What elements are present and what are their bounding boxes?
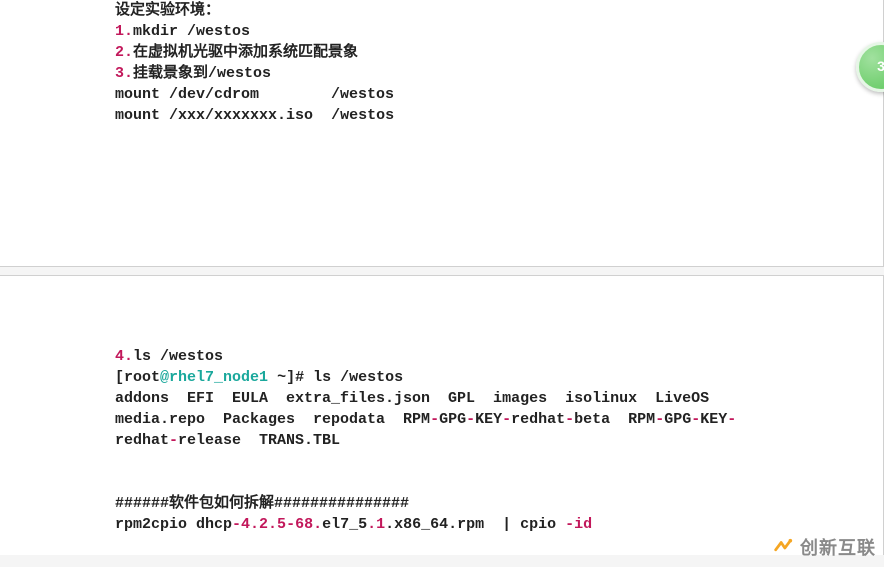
step-number: 3. (115, 65, 133, 82)
tag: el7_5 (322, 516, 367, 533)
blank-line (115, 451, 883, 472)
watermark: 创新互联 (772, 536, 876, 561)
header-text: 软件包如何拆解 (169, 495, 274, 512)
step-text: ls /westos (133, 348, 223, 365)
hashes: ############### (274, 495, 409, 512)
version: 4.2.5 (241, 516, 286, 533)
dash-icon: - (286, 516, 295, 533)
prompt-open: [root (115, 369, 160, 386)
version: 68. (295, 516, 322, 533)
pad (259, 86, 331, 103)
txt: redhat (115, 432, 169, 449)
dash-icon: - (169, 432, 178, 449)
section-header: ######软件包如何拆解############### (115, 493, 883, 514)
dash-icon: - (655, 411, 664, 428)
watermark-logo-icon (772, 537, 794, 559)
dash-icon: - (502, 411, 511, 428)
dash-icon: - (466, 411, 475, 428)
mount-line-1: mount /dev/cdrom /westos (115, 84, 883, 105)
dash-icon: - (727, 411, 736, 428)
cmd: mount (115, 107, 169, 124)
prompt-tail: ~]# ls /westos (268, 369, 403, 386)
dash-icon: - (565, 411, 574, 428)
cpio-line: rpm2cpio dhcp-4.2.5-68.el7_5.1.x86_64.rp… (115, 514, 883, 535)
txt: beta RPM (574, 411, 655, 428)
version: .1 (367, 516, 385, 533)
step-4: 4.ls /westos (115, 346, 883, 367)
step-1: 1.mkdir /westos (115, 21, 883, 42)
ls-output-2: media.repo Packages repodata RPM-GPG-KEY… (115, 409, 883, 430)
txt: media.repo Packages repodata RPM (115, 411, 430, 428)
text-line: 设定实验环境： (115, 0, 883, 21)
hashes: ###### (115, 495, 169, 512)
step-number: 2. (115, 44, 133, 61)
pad (313, 107, 331, 124)
ls-output-1: addons EFI EULA extra_files.json GPL ima… (115, 388, 883, 409)
blank-line (115, 472, 883, 493)
txt: .x86_64.rpm | cpio (385, 516, 565, 533)
step-number: 4. (115, 348, 133, 365)
code-block-2: 4.ls /westos [root@rhel7_node1 ~]# ls /w… (0, 275, 884, 555)
code-block-1: 设定实验环境： 1.mkdir /westos 2.在虚拟机光驱中添加系统匹配景… (0, 0, 884, 267)
step-3: 3.挂载景象到/westos (115, 63, 883, 84)
dash-icon: - (232, 516, 241, 533)
txt: rpm2cpio dhcp (115, 516, 232, 533)
dest: /westos (331, 86, 394, 103)
step-text: 挂载景象到/westos (133, 65, 271, 82)
prompt-at: @ (160, 369, 169, 386)
path: /xxx/xxxxxxx.iso (169, 107, 313, 124)
txt: KEY (475, 411, 502, 428)
badge-text: 3 (877, 57, 884, 77)
step-text: mkdir /westos (133, 23, 250, 40)
step-text: 在虚拟机光驱中添加系统匹配景象 (133, 44, 358, 61)
txt: redhat (511, 411, 565, 428)
step-2: 2.在虚拟机光驱中添加系统匹配景象 (115, 42, 883, 63)
flag: -id (565, 516, 592, 533)
dash-icon: - (430, 411, 439, 428)
prompt-line: [root@rhel7_node1 ~]# ls /westos (115, 367, 883, 388)
mount-line-2: mount /xxx/xxxxxxx.iso /westos (115, 105, 883, 126)
prompt-host: rhel7_node1 (169, 369, 268, 386)
dash-icon: - (691, 411, 700, 428)
dest: /westos (331, 107, 394, 124)
txt: KEY (700, 411, 727, 428)
txt: release TRANS.TBL (178, 432, 340, 449)
cmd: mount (115, 86, 169, 103)
step-number: 1. (115, 23, 133, 40)
txt: GPG (664, 411, 691, 428)
watermark-text: 创新互联 (800, 536, 876, 561)
ls-output-3: redhat-release TRANS.TBL (115, 430, 883, 451)
path: /dev/cdrom (169, 86, 259, 103)
txt: GPG (439, 411, 466, 428)
